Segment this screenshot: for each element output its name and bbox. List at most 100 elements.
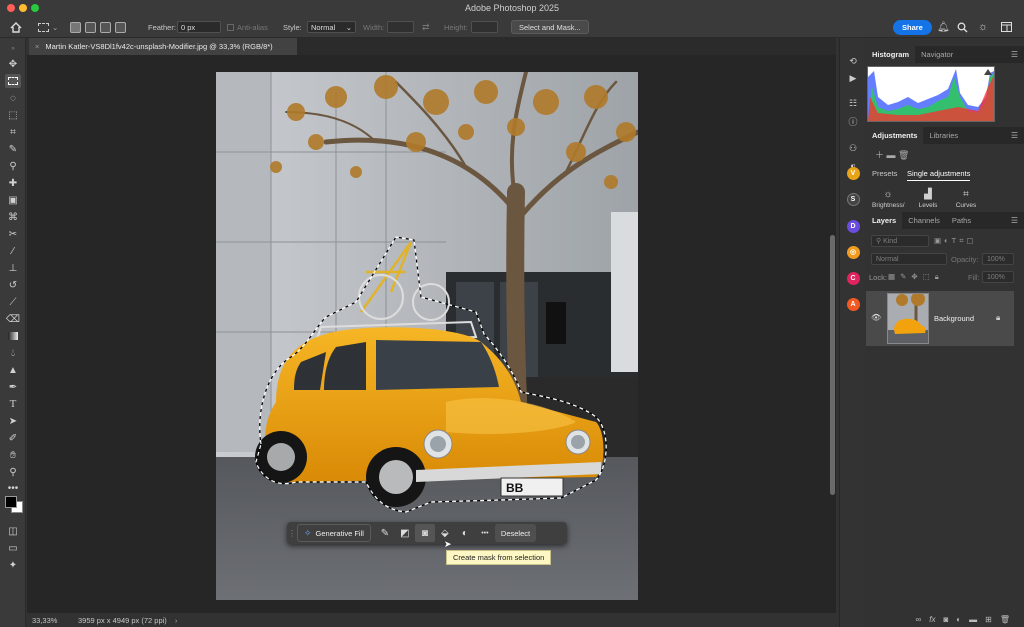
patch-tool-icon[interactable]: ⌘ xyxy=(5,210,21,224)
plugin-a-icon[interactable]: A xyxy=(845,297,861,311)
blend-mode-select[interactable]: Normal xyxy=(871,253,947,265)
layer-visibility-eye-icon[interactable]: 👁︎ xyxy=(871,313,881,322)
delete-layer-icon[interactable]: 🗑︎ xyxy=(1000,615,1010,624)
feather-input[interactable]: 0 px xyxy=(177,21,221,33)
status-menu-arrow[interactable]: › xyxy=(175,616,178,625)
layer-lock-icon[interactable]: 🔒︎ xyxy=(996,313,1000,323)
toolbar-grip[interactable]: » xyxy=(5,42,21,56)
layer-style-icon[interactable]: fx xyxy=(929,615,935,624)
layer-row-background[interactable]: 👁︎ Background 🔒︎ xyxy=(866,291,1014,346)
lock-icons[interactable]: ▦✎✥⬚🔒︎ xyxy=(888,272,944,282)
curves-adjustment[interactable]: ⌗ Curves xyxy=(950,189,982,209)
share-button[interactable]: Share xyxy=(893,19,932,35)
new-layer-icon[interactable]: ⊞ xyxy=(985,615,992,624)
new-adjustment-icon[interactable]: ◐ xyxy=(455,524,475,542)
create-mask-icon[interactable]: ◙ xyxy=(414,524,435,542)
shape-tool-icon[interactable]: ✐ xyxy=(5,431,21,445)
layer-filter-icons[interactable]: ▣◐T⌗▢ xyxy=(934,236,977,246)
tab-single-adjustments[interactable]: Single adjustments xyxy=(907,169,971,181)
zoom-tool-icon[interactable]: ⚲ xyxy=(5,465,21,479)
actions-play-icon[interactable]: ▶ xyxy=(845,71,861,85)
intersect-selection-button[interactable] xyxy=(115,21,126,33)
tab-histogram[interactable]: Histogram xyxy=(866,46,916,63)
panel-menu-icon[interactable]: ☰ xyxy=(1011,131,1018,140)
plugin-d-icon[interactable]: D xyxy=(845,219,861,233)
content-aware-move-icon[interactable]: ✂ xyxy=(5,227,21,241)
hand-tool-icon[interactable]: ✋︎ xyxy=(5,448,21,462)
tab-navigator[interactable]: Navigator xyxy=(915,46,959,63)
opacity-input[interactable]: 100% xyxy=(982,253,1014,265)
close-tab-icon[interactable]: × xyxy=(35,42,39,51)
generative-fill-button[interactable]: ✧ Generative Fill xyxy=(297,524,371,542)
eyedropper-tool-icon[interactable]: ✎ xyxy=(5,142,21,156)
plugin-s-icon[interactable]: S xyxy=(845,192,861,206)
document-tab[interactable]: × Martin Katler-VS8Dl1fv42c-unsplash-Mod… xyxy=(29,38,297,55)
layer-name[interactable]: Background xyxy=(934,314,974,323)
vertical-scroll-thumb[interactable] xyxy=(830,235,835,495)
history-icon[interactable]: ⟲ xyxy=(845,54,861,68)
tab-presets[interactable]: Presets xyxy=(872,169,897,178)
style-select[interactable]: Normal ⌄ xyxy=(307,21,356,33)
new-selection-button[interactable] xyxy=(70,21,81,33)
tab-libraries[interactable]: Libraries xyxy=(923,127,964,144)
new-group-icon[interactable]: ▬ xyxy=(969,615,977,624)
healing-brush-icon[interactable]: ✚ xyxy=(5,176,21,190)
panel-menu-icon[interactable]: ☰ xyxy=(1011,216,1018,225)
tab-channels[interactable]: Channels xyxy=(902,212,946,229)
fill-input[interactable]: 100% xyxy=(982,271,1014,283)
anti-alias-checkbox[interactable]: Anti-alias xyxy=(227,19,268,35)
marquee-tool-icon[interactable] xyxy=(5,74,21,88)
subtract-from-selection-button[interactable] xyxy=(100,21,111,33)
deselect-button[interactable]: Deselect xyxy=(494,524,537,542)
swap-dimensions-icon[interactable]: ⇄ xyxy=(422,19,430,35)
search-icon[interactable] xyxy=(957,19,968,35)
adjustment-layer-icon[interactable]: ◐ xyxy=(956,615,961,624)
select-and-mask-button[interactable]: Select and Mask... xyxy=(511,20,589,34)
spot-healing-tool-icon[interactable]: ⚲ xyxy=(5,159,21,173)
info-icon[interactable]: ⓘ xyxy=(845,114,861,128)
more-options-icon[interactable]: ••• xyxy=(475,524,495,542)
tab-layers[interactable]: Layers xyxy=(866,212,903,229)
zoom-level[interactable]: 33,33% xyxy=(32,616,68,625)
plugin-ring-icon[interactable]: ◎ xyxy=(845,245,861,259)
add-mask-icon[interactable]: ◙ xyxy=(943,615,948,624)
workspace-icon[interactable] xyxy=(1001,19,1012,35)
tool-preset-picker[interactable]: ⌄ xyxy=(38,19,58,35)
plugin-v-icon[interactable]: V xyxy=(845,166,861,180)
foreground-color-swatch[interactable] xyxy=(5,496,17,508)
bell-icon[interactable]: 🔔︎ xyxy=(937,19,950,35)
plugin-c-icon[interactable]: C xyxy=(845,271,861,285)
eraser-tool-icon[interactable]: ⌫ xyxy=(5,312,21,326)
character-icon[interactable]: ⚇ xyxy=(845,141,861,155)
crop-tool-icon[interactable]: ⌗ xyxy=(5,125,21,139)
height-input[interactable] xyxy=(471,21,498,33)
blur-tool-icon[interactable]: 💧︎ xyxy=(5,346,21,360)
quick-mask-icon[interactable]: ◫ xyxy=(5,524,21,538)
dodge-tool-icon[interactable]: ▲ xyxy=(5,363,21,377)
clone-stamp-tool-icon[interactable]: ⊥ xyxy=(5,261,21,275)
taskbar-grip-icon[interactable]: ⋮ xyxy=(287,524,297,542)
tab-adjustments[interactable]: Adjustments xyxy=(866,127,924,144)
brightness-adjustment[interactable]: ☼ Brightness/ xyxy=(872,189,905,209)
tab-paths[interactable]: Paths xyxy=(946,212,977,229)
add-to-selection-button[interactable] xyxy=(85,21,96,33)
lightbulb-icon[interactable]: ☼ xyxy=(978,19,988,35)
path-selection-tool-icon[interactable]: ➤ xyxy=(5,414,21,428)
history-brush-icon[interactable]: ↺ xyxy=(5,278,21,292)
document-image[interactable]: BB xyxy=(216,72,638,600)
remove-tool-icon[interactable]: ▣ xyxy=(5,193,21,207)
properties-icon[interactable]: ☷ xyxy=(845,96,861,110)
adjustment-toolbar-icons[interactable]: ＋ ▬ 🗑︎ xyxy=(875,148,909,161)
move-tool-icon[interactable]: ✥ xyxy=(5,57,21,71)
color-swatches[interactable] xyxy=(3,490,23,520)
type-tool-icon[interactable]: T xyxy=(5,397,21,411)
width-input[interactable] xyxy=(387,21,414,33)
generative-icon[interactable]: ✦ xyxy=(5,558,21,572)
pen-tool-icon[interactable]: ✒ xyxy=(5,380,21,394)
modify-selection-icon[interactable]: ✎ xyxy=(375,524,395,542)
vertical-scrollbar[interactable] xyxy=(829,55,836,613)
layer-kind-filter[interactable]: ⚲ Kind xyxy=(871,235,929,247)
panel-menu-icon[interactable]: ☰ xyxy=(1011,50,1018,59)
screen-mode-icon[interactable]: ▭ xyxy=(5,541,21,555)
link-layers-icon[interactable]: ∞ xyxy=(916,615,922,624)
